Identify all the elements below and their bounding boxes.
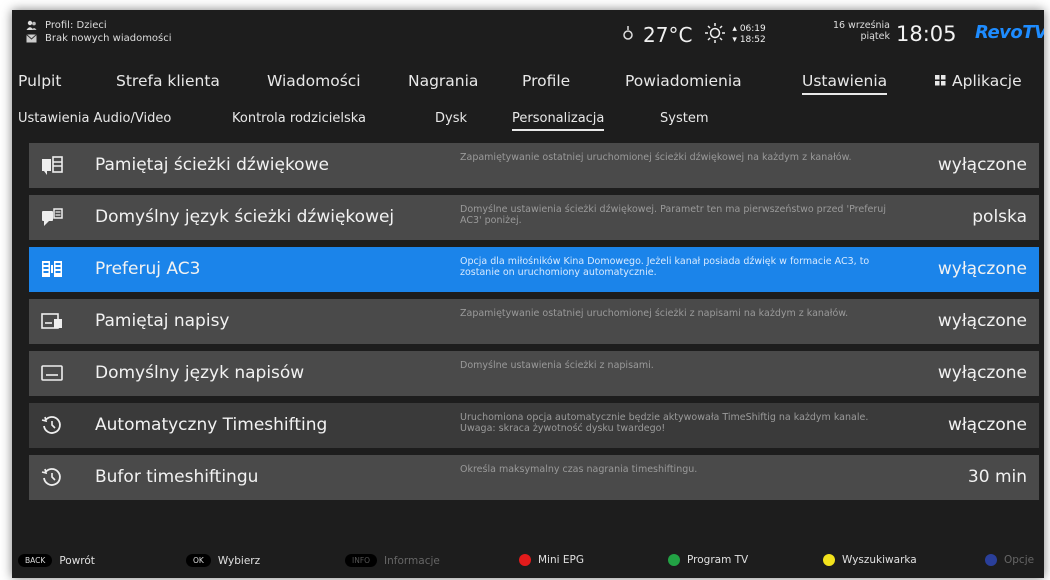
setting-row-remember-audio[interactable]: Pamiętaj ścieżki dźwiękowe Zapamiętywani… (29, 143, 1039, 188)
sunrise-time: 06:19 (739, 24, 766, 34)
setting-label: Domyślny język ścieżki dźwiękowej (95, 207, 395, 227)
nav-item-aplikacje-label: Aplikacje (952, 72, 1022, 90)
nav-item-powiadomienia[interactable]: Powiadomienia (625, 72, 742, 90)
back-hint-label: Powrót (59, 554, 95, 567)
profile-name: Profil: Dzieci (45, 20, 107, 31)
subnav-item-system[interactable]: System (660, 111, 708, 126)
setting-description: Opcja dla miłośników Kina Domowego. Jeże… (460, 256, 870, 278)
nav-item-pulpit[interactable]: Pulpit (18, 72, 61, 90)
setting-value: włączone (947, 415, 1027, 435)
remote-hints-bar: BACK Powrót OK Wybierz INFO Informacje M… (12, 554, 1044, 576)
setting-description: Określa maksymalny czas nagrania timeshi… (460, 464, 698, 475)
subnav-item-kontrola-rodzicielska[interactable]: Kontrola rodzicielska (232, 111, 366, 126)
sun-icon (704, 22, 726, 49)
apps-grid-icon (935, 72, 946, 90)
setting-row-prefer-ac3[interactable]: Preferuj AC3 Opcja dla miłośników Kina D… (29, 247, 1039, 292)
setting-value: wyłączone (937, 311, 1027, 331)
green-button-icon (668, 554, 680, 566)
setting-row-timeshift-buffer[interactable]: Bufor timeshiftingu Określa maksymalny c… (29, 455, 1039, 500)
subtitles-language-icon (41, 362, 63, 384)
setting-row-default-subtitles-language[interactable]: Domyślny język napisów Domyślne ustawien… (29, 351, 1039, 396)
setting-description: Uruchomiona opcja automatycznie będzie a… (460, 412, 869, 434)
setting-value: wyłączone (937, 155, 1027, 175)
ok-hint-label: Wybierz (217, 554, 261, 567)
setting-value: 30 min (967, 467, 1027, 487)
timeshift-icon (41, 414, 63, 436)
setting-description: Domyślne ustawienia ścieżki dźwiękowej. … (460, 204, 886, 226)
audio-language-icon (41, 206, 63, 228)
yellow-button-hint[interactable]: Wyszukiwarka (823, 554, 917, 566)
red-button-icon (519, 554, 531, 566)
envelope-icon (26, 33, 37, 44)
weather-night-icon (621, 25, 635, 45)
clock: 18:05 (896, 22, 957, 46)
setting-label: Pamiętaj ścieżki dźwiękowe (95, 155, 329, 175)
red-button-hint[interactable]: Mini EPG (519, 554, 584, 566)
sunset-time: 18:52 (739, 35, 766, 45)
tv-screen: Profil: Dzieci Brak nowych wiadomości 27… (12, 10, 1044, 578)
nav-item-ustawienia[interactable]: Ustawienia (802, 72, 888, 95)
sun-times: ▴ 06:19 ▾ 18:52 (732, 24, 766, 45)
green-button-label: Program TV (687, 554, 749, 566)
temperature: 27°C (643, 23, 693, 47)
users-icon (26, 20, 37, 31)
setting-label: Pamiętaj napisy (95, 311, 230, 331)
setting-label: Bufor timeshiftingu (95, 467, 259, 487)
yellow-button-label: Wyszukiwarka (842, 554, 917, 566)
top-bar: Profil: Dzieci Brak nowych wiadomości 27… (12, 10, 1044, 58)
date-day: 16 września (832, 20, 890, 31)
nav-item-wiadomosci[interactable]: Wiadomości (267, 72, 361, 90)
brand-logo: RevoTV (975, 22, 1044, 43)
setting-value: wyłączone (937, 259, 1027, 279)
setting-label: Automatyczny Timeshifting (95, 415, 328, 435)
setting-value: wyłączone (937, 363, 1027, 383)
ok-hint[interactable]: OK Wybierz (186, 554, 260, 567)
nav-item-profile[interactable]: Profile (522, 72, 570, 90)
setting-row-remember-subtitles[interactable]: Pamiętaj napisy Zapamiętywanie ostatniej… (29, 299, 1039, 344)
sub-nav: Ustawienia Audio/Video Kontrola rodzicie… (12, 111, 1044, 135)
subnav-item-dysk[interactable]: Dysk (435, 111, 467, 126)
blue-button-icon (985, 554, 997, 566)
info-key-badge: INFO (345, 554, 378, 567)
red-button-label: Mini EPG (538, 554, 584, 566)
date-weekday: piątek (860, 31, 890, 42)
info-hint: INFO Informacje (345, 554, 440, 567)
green-button-hint[interactable]: Program TV (668, 554, 748, 566)
date-display: 16 września piątek (812, 20, 890, 42)
back-key-badge: BACK (18, 554, 53, 567)
profile-info: Profil: Dzieci Brak nowych wiadomości (26, 19, 172, 45)
setting-description: Zapamiętywanie ostatniej uruchomionej śc… (460, 308, 849, 319)
setting-label: Preferuj AC3 (95, 259, 201, 279)
audio-track-icon (41, 154, 63, 176)
yellow-button-icon (823, 554, 835, 566)
messages-status: Brak nowych wiadomości (45, 33, 172, 44)
setting-row-default-audio-language[interactable]: Domyślny język ścieżki dźwiękowej Domyśl… (29, 195, 1039, 240)
nav-item-aplikacje[interactable]: Aplikacje (935, 72, 1022, 90)
blue-button-hint: Opcje (985, 554, 1034, 566)
subtitles-remember-icon (41, 310, 63, 332)
setting-label: Domyślny język napisów (95, 363, 305, 383)
timeshift-buffer-icon (41, 466, 63, 488)
ac3-icon (41, 258, 63, 280)
setting-description: Zapamiętywanie ostatniej uruchomionej śc… (460, 152, 852, 163)
settings-list: Pamiętaj ścieżki dźwiękowe Zapamiętywani… (29, 143, 1039, 507)
back-hint[interactable]: BACK Powrót (18, 554, 95, 567)
nav-item-nagrania[interactable]: Nagrania (408, 72, 478, 90)
subnav-item-personalizacja[interactable]: Personalizacja (512, 111, 605, 131)
nav-item-strefa-klienta[interactable]: Strefa klienta (116, 72, 220, 90)
subnav-item-audio-video[interactable]: Ustawienia Audio/Video (18, 111, 171, 126)
weather-widget: 27°C ▴ 06:19 ▾ 18:52 (621, 20, 766, 50)
info-hint-label: Informacje (384, 554, 440, 567)
main-nav: Pulpit Strefa klienta Wiadomości Nagrani… (12, 72, 1044, 98)
setting-value: polska (972, 207, 1027, 227)
blue-button-label: Opcje (1004, 554, 1035, 566)
setting-row-auto-timeshifting[interactable]: Automatyczny Timeshifting Uruchomiona op… (29, 403, 1039, 448)
setting-description: Domyślne ustawienia ścieżki z napisami. (460, 360, 654, 371)
ok-key-badge: OK (186, 554, 211, 567)
